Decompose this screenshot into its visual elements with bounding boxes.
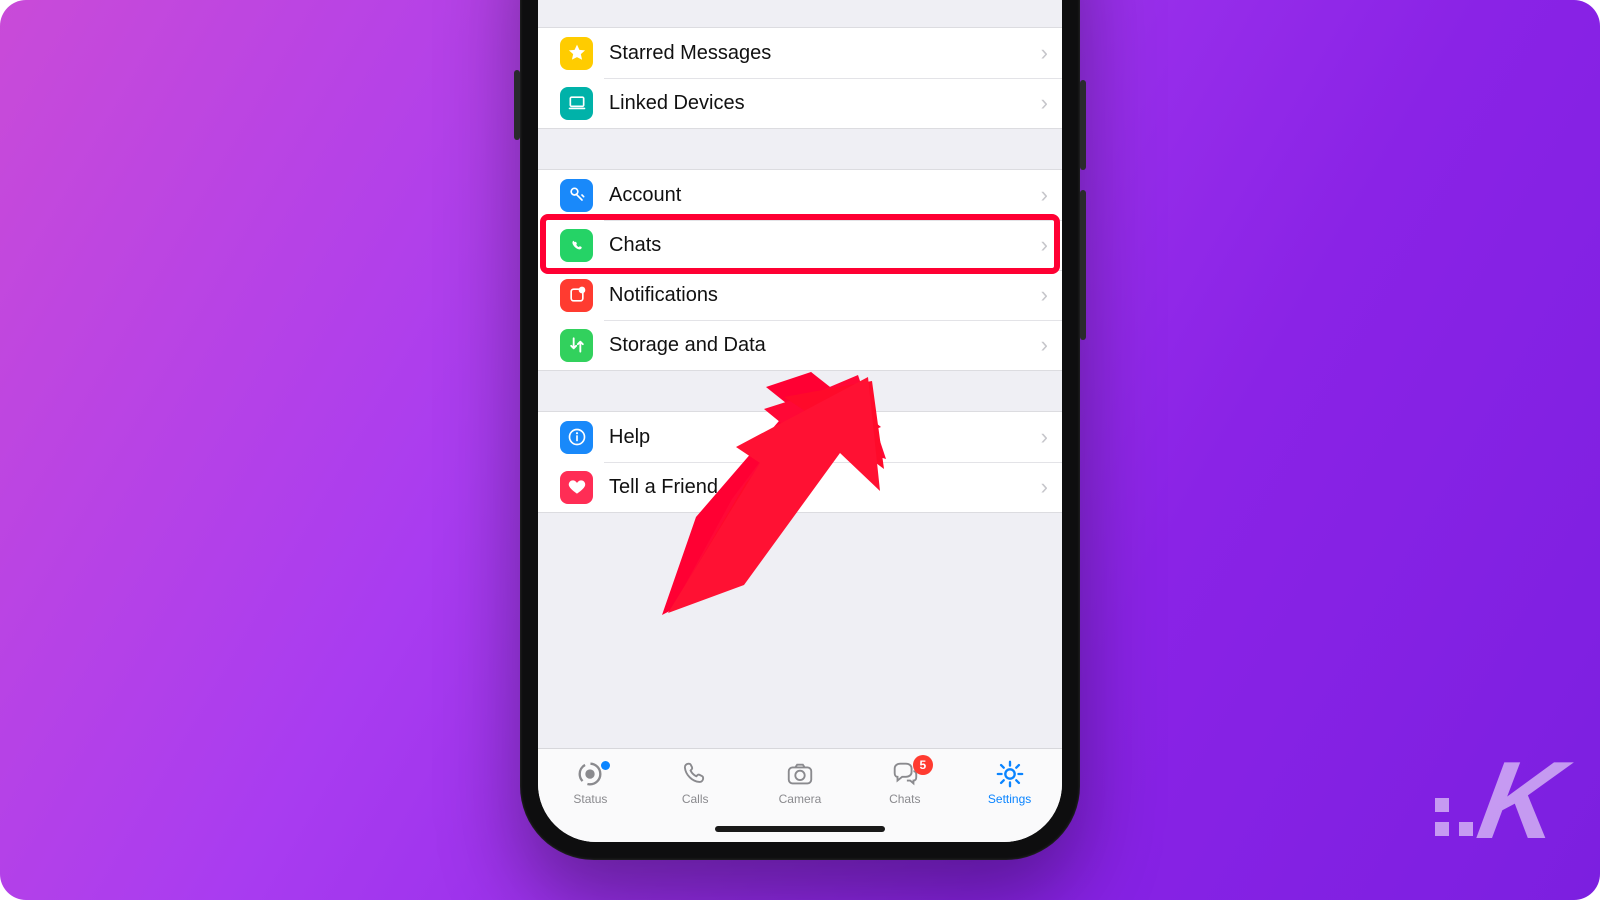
row-linked-devices[interactable]: Linked Devices ›	[538, 78, 1062, 128]
tab-settings[interactable]: Settings	[964, 759, 1056, 806]
chevron-right-icon: ›	[1041, 90, 1048, 116]
heart-icon	[560, 471, 593, 504]
chats-badge: 5	[913, 755, 933, 775]
row-tell-friend[interactable]: Tell a Friend ›	[538, 462, 1062, 512]
tab-label: Settings	[988, 792, 1031, 806]
row-label: Storage and Data	[609, 334, 1033, 357]
phone-icon	[679, 759, 711, 789]
row-chats[interactable]: Chats ›	[538, 220, 1062, 270]
row-storage-data[interactable]: Storage and Data ›	[538, 320, 1062, 370]
chevron-right-icon: ›	[1041, 282, 1048, 308]
row-label: Notifications	[609, 284, 1033, 307]
settings-section-3: Help › Tell a Friend ›	[538, 411, 1062, 513]
home-indicator	[715, 826, 885, 832]
info-icon	[560, 421, 593, 454]
settings-section-2: Account › Chats ›	[538, 169, 1062, 371]
tab-label: Calls	[682, 792, 709, 806]
chevron-right-icon: ›	[1041, 40, 1048, 66]
phone-frame: Name Hey there! I am using WhatsApp.	[520, 0, 1080, 860]
chevron-right-icon: ›	[1041, 182, 1048, 208]
chevron-right-icon: ›	[1041, 474, 1048, 500]
phone-screen: Name Hey there! I am using WhatsApp.	[538, 0, 1062, 842]
row-notifications[interactable]: Notifications ›	[538, 270, 1062, 320]
tab-label: Chats	[889, 792, 920, 806]
tutorial-stage: K Name Hey there! I am using WhatsApp.	[0, 0, 1600, 900]
row-help[interactable]: Help ›	[538, 412, 1062, 462]
chevron-right-icon: ›	[1041, 232, 1048, 258]
row-label: Tell a Friend	[609, 476, 1033, 499]
row-starred-messages[interactable]: Starred Messages ›	[538, 28, 1062, 78]
chevron-right-icon: ›	[1041, 424, 1048, 450]
notifications-icon	[560, 279, 593, 312]
row-label: Linked Devices	[609, 92, 1033, 115]
status-unread-dot	[601, 761, 610, 770]
tab-label: Status	[573, 792, 607, 806]
star-icon	[560, 37, 593, 70]
tab-label: Camera	[779, 792, 822, 806]
tab-chats[interactable]: 5 Chats	[859, 759, 951, 806]
gear-icon	[994, 759, 1026, 789]
chevron-right-icon: ›	[1041, 332, 1048, 358]
tab-camera[interactable]: Camera	[754, 759, 846, 806]
laptop-icon	[560, 87, 593, 120]
row-label: Starred Messages	[609, 42, 1033, 65]
row-label: Account	[609, 184, 1033, 207]
row-label: Help	[609, 426, 1033, 449]
row-account[interactable]: Account ›	[538, 170, 1062, 220]
tab-status[interactable]: Status	[544, 759, 636, 806]
camera-icon	[784, 759, 816, 789]
tab-calls[interactable]: Calls	[649, 759, 741, 806]
whatsapp-icon	[560, 229, 593, 262]
data-arrows-icon	[560, 329, 593, 362]
key-icon	[560, 179, 593, 212]
brand-watermark: K	[1435, 737, 1556, 864]
row-label: Chats	[609, 234, 1033, 257]
settings-section-1: Starred Messages › Linked Devices ›	[538, 27, 1062, 129]
